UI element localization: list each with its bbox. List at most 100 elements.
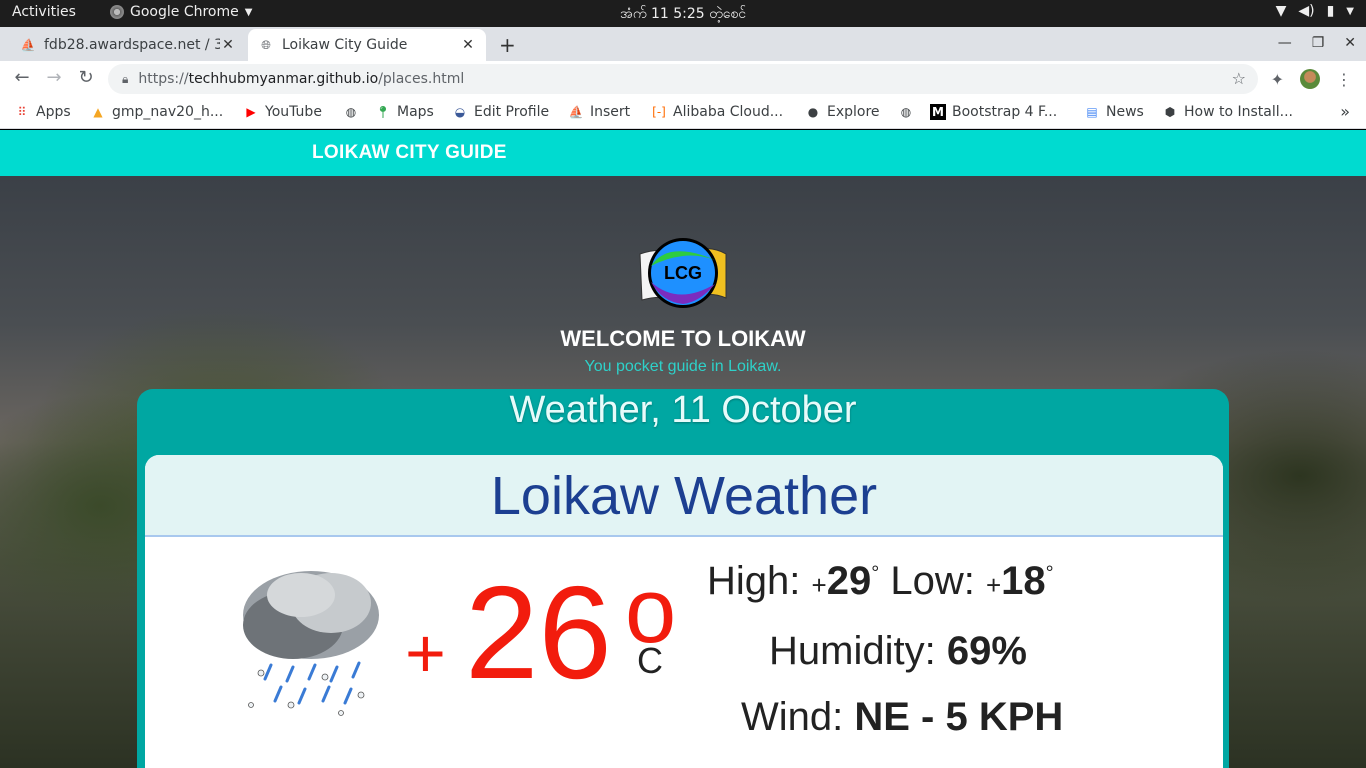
system-tray[interactable]: ▼ ◀) ▮ ▼ <box>1276 3 1354 19</box>
bookmark-edit-profile[interactable]: ◒ Edit Profile <box>452 104 549 120</box>
bookmark-news[interactable]: ▤ News <box>1084 104 1144 120</box>
bookmark-label: Bootstrap 4 F... <box>952 104 1058 120</box>
firebase-icon: ▲ <box>93 105 103 119</box>
weather-date-header: Weather, 11 October <box>509 389 857 431</box>
bookmark-label: How to Install... <box>1184 104 1293 120</box>
address-bar[interactable]: 🔒︎ https://techhubmyanmar.github.io/plac… <box>108 64 1258 94</box>
wind-value: NE - 5 KPH <box>854 695 1064 739</box>
youtube-icon: ▶ <box>246 105 256 119</box>
volume-icon: ◀) <box>1298 3 1315 19</box>
bookmark-gmp-nav[interactable]: ▲ gmp_nav20_h... <box>90 104 223 120</box>
high-value: 29 <box>826 559 872 603</box>
bookmark-label: Edit Profile <box>474 104 550 120</box>
browser-toolbar: ← → ↻ 🔒︎ https://techhubmyanmar.github.i… <box>0 61 1366 97</box>
app-menu[interactable]: Google Chrome ▼ <box>110 4 252 20</box>
bookmark-label: Explore <box>827 104 880 120</box>
bookmark-star-icon[interactable]: ☆ <box>1232 69 1246 88</box>
reload-icon[interactable]: ↻ <box>74 67 98 88</box>
bookmark-insert[interactable]: ⛵ Insert <box>568 104 631 120</box>
tab-awardspace[interactable]: ⛵ fdb28.awardspace.net / 3 ✕ <box>10 29 246 61</box>
maps-pin-icon: 📍︎ <box>375 105 391 119</box>
bookmark-label: Insert <box>590 104 631 120</box>
bookmark-globe-1[interactable]: ◍ <box>343 104 359 120</box>
hero-section: LCG WELCOME TO LOIKAW You pocket guide i… <box>0 176 1366 768</box>
tab-title: fdb28.awardspace.net / 3 <box>44 37 220 53</box>
pma-icon: ⛵ <box>20 38 36 52</box>
app-menu-label: Google Chrome <box>130 4 239 20</box>
clock[interactable]: အံက် 11 5:25 တဲ့စေင် <box>620 4 746 25</box>
tab-strip: ⛵ fdb28.awardspace.net / 3 ✕ 🌐︎ Loikaw C… <box>0 27 1366 61</box>
toolbar-actions: ✦ ⋮ <box>1271 69 1352 89</box>
web-page: LOIKAW CITY GUIDE LCG WELCOME TO LOIKAW … <box>0 130 1366 768</box>
bookmark-explore[interactable]: ● Explore <box>805 104 880 120</box>
tray-caret-icon: ▼ <box>1346 5 1354 17</box>
globe-icon: ◍ <box>345 105 357 119</box>
bookmark-apps[interactable]: ⠿ Apps <box>14 104 71 120</box>
bookmark-label: YouTube <box>265 104 322 120</box>
welcome-heading: WELCOME TO LOIKAW <box>560 326 806 351</box>
temperature-unit: C <box>637 640 663 681</box>
profile-icon: ◒ <box>454 105 466 119</box>
new-tab-button[interactable]: + <box>499 33 516 57</box>
bookmark-alibaba-cloud[interactable]: [-] Alibaba Cloud... <box>651 104 783 120</box>
chrome-icon <box>110 5 124 19</box>
humidity-label: Humidity: <box>769 629 936 673</box>
close-icon[interactable]: ✕ <box>220 37 236 53</box>
weather-widget: Weather, 11 October Loikaw Weather + 26 … <box>137 389 1229 768</box>
restore-icon[interactable]: ❐ <box>1312 35 1325 51</box>
site-navbar: LOIKAW CITY GUIDE <box>0 130 1366 176</box>
bookmark-how-to-install[interactable]: ⬢ How to Install... <box>1162 104 1293 120</box>
temperature-sign: + <box>405 614 446 692</box>
wind-label: Wind: <box>741 695 844 739</box>
humidity-value: 69% <box>946 629 1027 673</box>
chevron-right-icon[interactable]: » <box>1340 102 1350 121</box>
url-scheme: https:// <box>138 71 189 87</box>
wifi-icon: ▼ <box>1275 3 1287 19</box>
temperature-value: 26 <box>465 559 612 706</box>
battery-icon: ▮ <box>1326 3 1335 19</box>
low-value: 18 <box>1001 559 1046 603</box>
github-icon: ● <box>807 105 819 119</box>
wind-row: Wind: NE - 5 KPH <box>741 695 1063 740</box>
bookmark-label: Alibaba Cloud... <box>673 104 784 120</box>
tab-loikaw-city-guide[interactable]: 🌐︎ Loikaw City Guide ✕ <box>248 29 486 61</box>
bookmark-bootstrap[interactable]: M Bootstrap 4 F... <box>930 104 1057 120</box>
bookmark-label: Maps <box>397 104 434 120</box>
bookmark-globe-2[interactable]: ◍ <box>898 104 914 120</box>
google-news-icon: ▤ <box>1086 105 1098 119</box>
forward-arrow-icon[interactable]: → <box>42 67 66 88</box>
low-label: Low: <box>890 559 975 603</box>
url-path: /places.html <box>378 71 465 87</box>
bookmark-label: Apps <box>36 104 71 120</box>
back-arrow-icon[interactable]: ← <box>10 67 34 88</box>
tagline: You pocket guide in Loikaw. <box>584 358 782 375</box>
close-icon[interactable]: ✕ <box>460 37 476 53</box>
globe-icon: ◍ <box>900 105 912 119</box>
alibaba-icon: [-] <box>652 105 666 119</box>
close-window-icon[interactable]: ✕ <box>1344 35 1356 51</box>
high-label: High: <box>707 559 801 603</box>
bookmark-label: News <box>1106 104 1144 120</box>
medium-icon: M <box>930 104 946 120</box>
bookmark-maps[interactable]: 📍︎ Maps <box>375 104 434 120</box>
profile-avatar[interactable] <box>1300 69 1320 89</box>
weather-title: Loikaw Weather <box>490 466 878 526</box>
menu-kebab-icon[interactable]: ⋮ <box>1336 70 1352 89</box>
url-host: techhubmyanmar.github.io <box>188 71 379 87</box>
activities-button[interactable]: Activities <box>12 4 76 20</box>
window-controls: — ❐ ✕ <box>1278 35 1356 51</box>
apps-grid-icon: ⠿ <box>17 105 27 119</box>
tab-title: Loikaw City Guide <box>282 37 408 53</box>
bookmark-label: gmp_nav20_h... <box>112 104 224 120</box>
site-brand-link[interactable]: LOIKAW CITY GUIDE <box>312 142 507 164</box>
lock-icon[interactable]: 🔒︎ <box>122 72 128 87</box>
extensions-puzzle-icon[interactable]: ✦ <box>1271 70 1284 89</box>
humidity-row: Humidity: 69% <box>769 629 1027 674</box>
bookmark-youtube[interactable]: ▶ YouTube <box>243 104 322 120</box>
high-low-row: High: +29° Low: +18° <box>707 559 1054 603</box>
lcg-logo: LCG <box>639 238 727 308</box>
globe-icon: 🌐︎ <box>261 37 271 52</box>
minimize-icon[interactable]: — <box>1278 35 1292 51</box>
bookmarks-bar: ⠿ Apps ▲ gmp_nav20_h... ▶ YouTube ◍ 📍︎ M… <box>0 97 1366 129</box>
weather-title-bar: Loikaw Weather <box>145 455 1223 537</box>
